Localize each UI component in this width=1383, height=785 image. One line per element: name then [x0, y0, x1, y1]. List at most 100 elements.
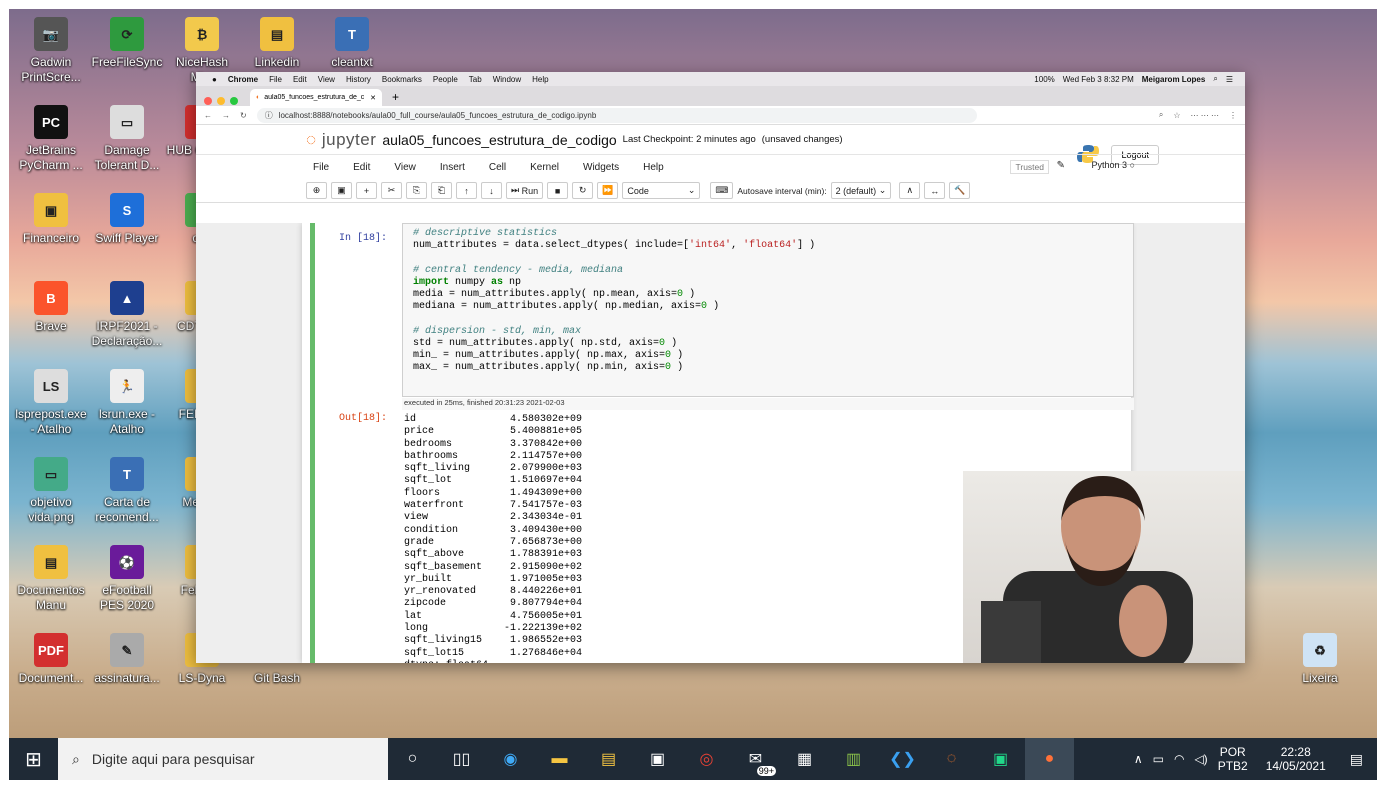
desktop-icon[interactable]: ▭ Damage Tolerant D... — [89, 105, 165, 173]
mail-icon[interactable]: ✉ 99+ — [731, 738, 780, 780]
firefox-icon[interactable]: ● — [1025, 738, 1074, 780]
desktop-icon[interactable]: B Brave — [13, 281, 89, 334]
task-view-icon[interactable]: ▯▯ — [437, 738, 486, 780]
bookmark-star-icon[interactable]: ☆ — [1173, 111, 1180, 120]
mac-menu-item[interactable]: Help — [532, 75, 548, 84]
mac-menu-item[interactable]: View — [318, 75, 335, 84]
desktop-icon[interactable]: PC JetBrains PyCharm ... — [13, 105, 89, 173]
browser-tab[interactable]: ◐ aula05_funcoes_estrutura_de_c ✕ — [250, 89, 382, 106]
menu-insert[interactable]: Insert — [440, 162, 465, 173]
mac-menu-item[interactable]: Tab — [469, 75, 482, 84]
extensions-icon[interactable]: ⋯ ⋯ ⋯ — [1191, 111, 1219, 120]
code-text[interactable]: # descriptive statistics num_attributes … — [403, 224, 1133, 374]
apple-icon[interactable]: ● — [212, 75, 217, 84]
edit-pencil-icon[interactable]: ✎ — [1057, 160, 1065, 171]
keyboard-icon[interactable]: ⌨ — [710, 182, 734, 199]
move-up-icon[interactable]: ↑ — [456, 182, 477, 199]
edge-icon[interactable]: ◉ — [486, 738, 535, 780]
desktop-icon[interactable]: ♻ Lixeira — [1282, 633, 1358, 686]
back-icon[interactable]: ← — [204, 111, 212, 120]
trusted-badge[interactable]: Trusted — [1010, 160, 1049, 174]
desktop-icon[interactable]: ▲ IRPF2021 - Declaração... — [89, 281, 165, 349]
run-button[interactable]: ⏭ Run — [506, 182, 544, 199]
minimize-window-icon[interactable] — [217, 97, 225, 105]
move-down-icon[interactable]: ↓ — [481, 182, 502, 199]
mac-user[interactable]: Meigarom Lopes — [1142, 75, 1206, 84]
interrupt-icon[interactable]: ■ — [547, 182, 569, 199]
file-explorer-icon[interactable]: ▬ — [535, 738, 584, 780]
chrome-menu-icon[interactable]: ⋮ — [1229, 111, 1237, 120]
restart-icon[interactable]: ↻ — [572, 182, 594, 199]
desktop-icon[interactable]: 🏃 lsrun.exe - Atalho — [89, 369, 165, 437]
chevron-up-icon[interactable]: ∧ — [1134, 752, 1143, 766]
desktop-icon[interactable]: S Swiff Player — [89, 193, 165, 246]
mac-menu-item[interactable]: Window — [493, 75, 521, 84]
chrome-icon[interactable]: ◎ — [682, 738, 731, 780]
mac-menu-item[interactable]: People — [433, 75, 458, 84]
desktop-icon[interactable]: Tcleantxt — [314, 17, 390, 70]
cell-type-select[interactable]: Code ⌄ — [622, 182, 701, 199]
insert-cell-icon[interactable]: + — [356, 182, 377, 199]
wrench-icon[interactable]: 🔨 — [949, 182, 971, 199]
code-editor[interactable]: # descriptive statistics num_attributes … — [402, 223, 1134, 397]
desktop-icon[interactable]: 📷 Gadwin PrintScre... — [13, 17, 89, 85]
mac-menu-item[interactable]: Chrome — [228, 75, 258, 84]
clock[interactable]: 22:28 14/05/2021 — [1266, 745, 1326, 773]
kernel-indicator[interactable]: Python 3 ○ — [1092, 160, 1135, 170]
desktop-icon[interactable]: ⚽ eFootball PES 2020 — [89, 545, 165, 613]
desktop-icon[interactable]: ▭ objetivo vida.png — [13, 457, 89, 525]
close-window-icon[interactable] — [204, 97, 212, 105]
volume-icon[interactable]: ◁) — [1194, 752, 1207, 766]
collapse-up-icon[interactable]: ∧ — [899, 182, 921, 199]
save-icon[interactable]: ⊕ — [306, 182, 327, 199]
maximize-window-icon[interactable] — [230, 97, 238, 105]
store-icon[interactable]: ▣ — [633, 738, 682, 780]
menu-cell[interactable]: Cell — [489, 162, 506, 173]
wifi-icon[interactable]: ◠ — [1174, 752, 1184, 766]
windows-start-icon[interactable]: ⊞ — [9, 738, 58, 780]
notebook-name[interactable]: aula05_funcoes_estrutura_de_codigo — [382, 132, 616, 148]
menu-help[interactable]: Help — [643, 162, 664, 173]
autosave-select[interactable]: 2 (default) ⌄ — [830, 182, 892, 199]
mac-menu-item[interactable]: History — [346, 75, 371, 84]
menu-edit[interactable]: Edit — [353, 162, 370, 173]
paste-icon[interactable]: ⎗ — [431, 182, 452, 199]
new-tab-icon[interactable]: + — [392, 90, 399, 104]
copy-icon[interactable]: ⎘ — [406, 182, 427, 199]
desktop-icon[interactable]: ▣ Financeiro — [13, 193, 89, 246]
cortana-icon[interactable]: ○ — [388, 738, 437, 780]
menu-file[interactable]: File — [313, 162, 329, 173]
battery-icon[interactable]: ▭ — [1153, 752, 1164, 766]
notification-icon[interactable]: ▤ — [1350, 751, 1363, 768]
close-tab-icon[interactable]: ✕ — [370, 94, 376, 102]
expand-width-icon[interactable]: ↔ — [924, 182, 946, 199]
address-bar[interactable]: ⓘ localhost:8888/notebooks/aula00_full_c… — [256, 107, 977, 123]
desktop-icon[interactable]: PDF Document... — [13, 633, 89, 686]
menu-view[interactable]: View — [394, 162, 416, 173]
desktop-icon[interactable]: ⟳ FreeFileSync — [89, 17, 165, 70]
reload-icon[interactable]: ↻ — [240, 111, 247, 120]
colors-icon[interactable]: ▥ — [829, 738, 878, 780]
info-icon[interactable]: ⓘ — [265, 110, 273, 121]
mac-menu-item[interactable]: Edit — [293, 75, 307, 84]
cut-icon[interactable]: ✂ — [381, 182, 402, 199]
language-indicator[interactable]: POR PTB2 — [1218, 745, 1248, 773]
spotlight-icon[interactable]: ⌕ — [1213, 74, 1217, 84]
floppy-icon[interactable]: ▣ — [331, 182, 352, 199]
desktop-icon[interactable]: T Carta de recomend... — [89, 457, 165, 525]
menu-widgets[interactable]: Widgets — [583, 162, 619, 173]
app-icon[interactable]: ▦ — [780, 738, 829, 780]
desktop-icon[interactable]: ▤ Linkedin — [239, 17, 315, 70]
mac-menu-item[interactable]: Bookmarks — [382, 75, 422, 84]
restart-run-all-icon[interactable]: ⏩ — [597, 182, 619, 199]
search-box[interactable]: ⌕ Digite aqui para pesquisar — [58, 738, 388, 780]
pycharm-icon[interactable]: ▣ — [976, 738, 1025, 780]
control-center-icon[interactable]: ☰ — [1226, 75, 1233, 84]
jupyter-icon[interactable]: ◌ — [927, 738, 976, 780]
desktop-icon[interactable]: ✎ assinatura... — [89, 633, 165, 686]
menu-kernel[interactable]: Kernel — [530, 162, 559, 173]
mac-menu-item[interactable]: File — [269, 75, 282, 84]
forward-icon[interactable]: → — [222, 111, 230, 120]
desktop-icon[interactable]: LS lsprepost.exe - Atalho — [13, 369, 89, 437]
jupyter-logo[interactable]: ◌ jupyter — [306, 130, 376, 150]
